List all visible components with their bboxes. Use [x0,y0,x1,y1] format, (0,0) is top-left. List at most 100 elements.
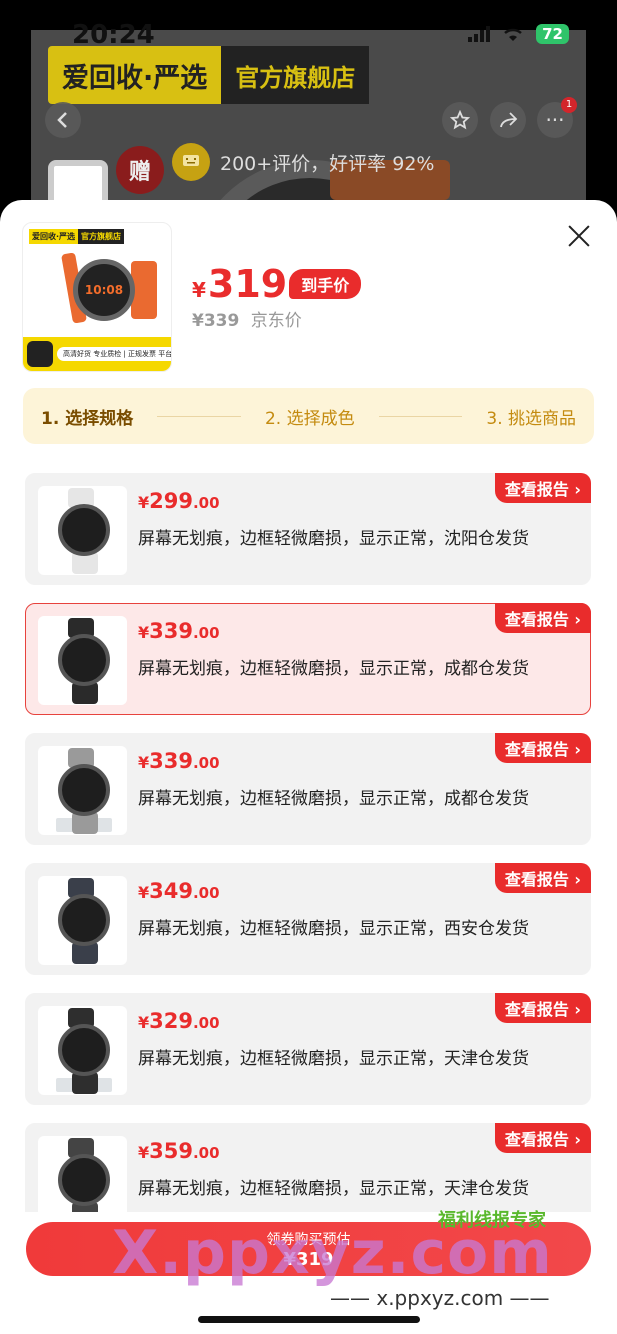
back-button[interactable] [45,102,81,138]
view-report-button[interactable]: 查看报告 › [494,603,591,633]
thumb-logo-right: 官方旗舰店 [78,229,125,244]
item-price-decimal: .00 [192,1014,220,1032]
step-divider [157,415,241,417]
original-price-label: 京东价 [250,311,302,331]
item-price-value: 339 [149,619,193,643]
rating-text: 200+评价，好评率 92% [220,152,435,175]
item-price-value: 299 [149,489,193,513]
view-report-button[interactable]: 查看报告 › [494,863,591,893]
home-indicator[interactable] [198,1316,420,1323]
status-time: 20:24 [72,20,155,50]
item-description: 屏幕无划痕，边框轻微磨损，显示正常，天津仓发货 [138,1179,529,1199]
item-image [38,486,127,575]
shield-icon [27,341,53,367]
watch-image [58,894,110,946]
step-pick-product[interactable]: 3. 挑选商品 [486,404,576,429]
item-price: ¥349.00 [138,879,220,903]
watermark-main: X.ppxyz.com [112,1218,553,1288]
comment-icon [172,143,210,181]
star-icon [450,110,470,130]
item-price-currency: ¥ [138,1013,150,1032]
item-price-value: 329 [149,1009,193,1033]
final-price: ¥ 319 到手价 [192,262,362,306]
product-thumbnail: 爱回收·严选 官方旗舰店 10:08 高清好货 专业质检 | 正规发票 平台保障 [22,222,172,372]
shop-logo: 爱回收·严选 官方旗舰店 [48,46,412,104]
item-description: 屏幕无划痕，边框轻微磨损，显示正常，成都仓发货 [138,659,529,679]
item-price: ¥339.00 [138,619,220,643]
list-item[interactable]: 查看报告 › ¥339.00 屏幕无划痕，边框轻微磨损，显示正常，成都仓发货 [25,733,591,845]
item-price-value: 349 [149,879,193,903]
original-price-value: ¥339 [192,311,240,331]
spec-selection-sheet: 爱回收·严选 官方旗舰店 10:08 高清好货 专业质检 | 正规发票 平台保障… [0,200,617,1334]
thumb-watch-face: 10:08 [73,259,135,321]
back-arrow-icon [57,112,67,128]
item-price-value: 359 [149,1139,193,1163]
item-price-decimal: .00 [192,884,220,902]
view-report-button[interactable]: 查看报告 › [494,1123,591,1153]
signal-icon [468,26,491,42]
wifi-icon [504,28,522,41]
share-button[interactable] [490,102,526,138]
message-badge: 1 [561,97,577,113]
item-price-decimal: .00 [192,754,220,772]
close-icon[interactable] [567,224,591,248]
more-button[interactable]: ··· 1 [537,97,577,138]
watch-image [58,504,110,556]
item-price-value: 339 [149,749,193,773]
item-price: ¥299.00 [138,489,220,513]
item-description: 屏幕无划痕，边框轻微磨损，显示正常，西安仓发货 [138,919,529,939]
watermark-sub: —— x.ppxyz.com —— [330,1286,550,1310]
list-item-selected[interactable]: 查看报告 › ¥339.00 屏幕无划痕，边框轻微磨损，显示正常，成都仓发货 [25,603,591,715]
item-description: 屏幕无划痕，边框轻微磨损，显示正常，成都仓发货 [138,789,529,809]
thumb-logo-left: 爱回收·严选 [29,229,79,244]
view-report-button[interactable]: 查看报告 › [494,993,591,1023]
watch-image [58,634,110,686]
item-price-decimal: .00 [192,1144,220,1162]
item-price-currency: ¥ [138,623,150,642]
shop-logo-left: 爱回收·严选 [48,46,222,104]
item-price-decimal: .00 [192,494,220,512]
final-price-tag: 到手价 [289,269,362,299]
status-icons: 72 [468,24,569,44]
gift-badge: 赠 [116,146,164,194]
item-price: ¥329.00 [138,1009,220,1033]
step-select-condition[interactable]: 2. 选择成色 [265,404,355,429]
rating-summary[interactable]: 200+评价，好评率 92% [172,142,434,182]
item-price-decimal: .00 [192,624,220,642]
battery-indicator: 72 [536,24,569,44]
watch-image [58,1024,110,1076]
item-price-currency: ¥ [138,883,150,902]
list-item[interactable]: 查看报告 › ¥349.00 屏幕无划痕，边框轻微磨损，显示正常，西安仓发货 [25,863,591,975]
item-image [38,876,127,965]
share-icon [500,112,518,128]
thumb-logo: 爱回收·严选 官方旗舰店 [29,229,125,244]
price-value: 319 [207,262,288,306]
list-item[interactable]: 查看报告 › ¥329.00 屏幕无划痕，边框轻微磨损，显示正常，天津仓发货 [25,993,591,1105]
step-select-spec[interactable]: 1. 选择规格 [41,404,133,429]
item-price: ¥339.00 [138,749,220,773]
item-description: 屏幕无划痕，边框轻微磨损，显示正常，天津仓发货 [138,1049,529,1069]
step-divider [378,415,463,417]
item-image [38,616,127,705]
item-price-currency: ¥ [138,753,150,772]
item-price-currency: ¥ [138,1143,150,1162]
original-price: ¥339 京东价 [192,306,302,331]
watch-image [58,1154,110,1206]
shop-logo-right: 官方旗舰店 [221,46,370,104]
step-indicator: 1. 选择规格 2. 选择成色 3. 挑选商品 [23,388,594,444]
background-page: 爱回收·严选 官方旗舰店 20:24 72 ··· 1 赠 200+评价，好评率… [0,0,617,230]
view-report-button[interactable]: 查看报告 › [494,473,591,503]
watch-image [58,764,110,816]
item-price-currency: ¥ [138,493,150,512]
list-item[interactable]: 查看报告 › ¥299.00 屏幕无划痕，边框轻微磨损，显示正常，沈阳仓发货 [25,473,591,585]
view-report-button[interactable]: 查看报告 › [494,733,591,763]
price-currency: ¥ [192,278,206,302]
more-icon: ··· [545,108,565,132]
item-image [38,1006,127,1095]
item-image [38,746,127,835]
item-description: 屏幕无划痕，边框轻微磨损，显示正常，沈阳仓发货 [138,529,529,549]
item-price: ¥359.00 [138,1139,220,1163]
favorite-button[interactable] [442,102,478,138]
product-list: 查看报告 › ¥299.00 屏幕无划痕，边框轻微磨损，显示正常，沈阳仓发货 查… [25,473,592,1253]
thumb-guarantee-text: 高清好货 专业质检 | 正规发票 平台保障 [57,347,171,361]
